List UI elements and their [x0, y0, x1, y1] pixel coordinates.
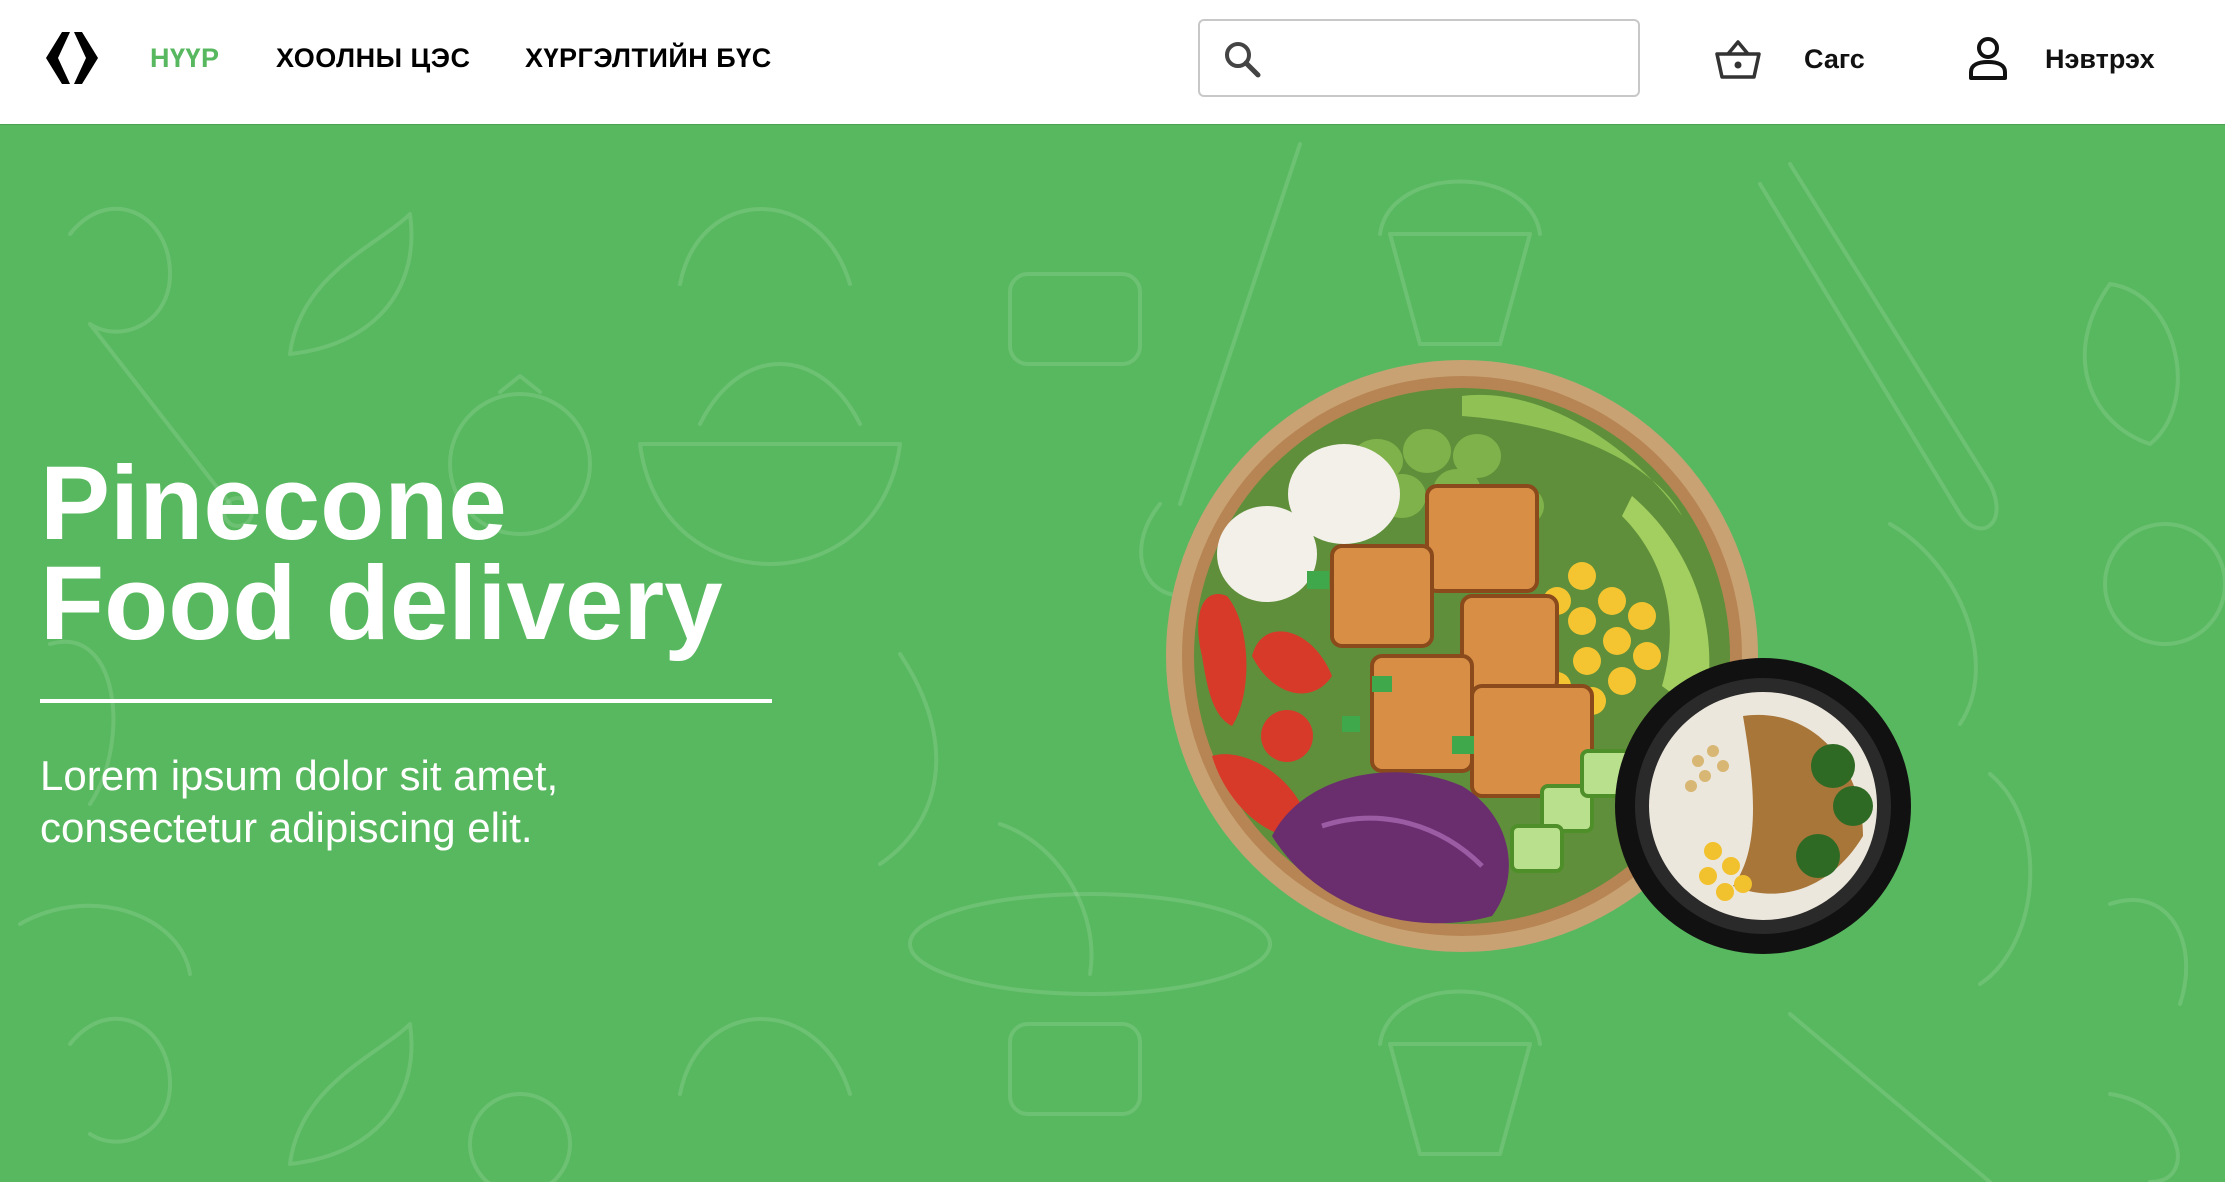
- hero-title: Pinecone Food delivery: [40, 445, 723, 662]
- hero-section: Pinecone Food delivery Lorem ipsum dolor…: [0, 124, 2225, 1182]
- hero-subtitle: Lorem ipsum dolor sit amet, consectetur …: [40, 750, 840, 854]
- search-box[interactable]: [1198, 19, 1640, 97]
- logo-icon[interactable]: [40, 30, 104, 86]
- nav-menu[interactable]: ХООЛНЫ ЦЭС: [276, 43, 470, 74]
- hero-title-line-2: Food delivery: [40, 545, 723, 662]
- search-input[interactable]: [1280, 31, 1620, 85]
- hero-divider: [40, 699, 772, 703]
- hero-subtitle-line-2: consectetur adipiscing elit.: [40, 804, 533, 851]
- search-icon: [1225, 42, 1261, 78]
- login-label[interactable]: Нэвтрэх: [2045, 44, 2155, 75]
- user-icon[interactable]: [1968, 36, 2008, 80]
- top-navbar: НҮҮР ХООЛНЫ ЦЭС ХҮРГЭЛТИЙН БҮС Сагс Нэвт…: [0, 0, 2225, 124]
- hero-subtitle-line-1: Lorem ipsum dolor sit amet,: [40, 752, 559, 799]
- hero-title-line-1: Pinecone: [40, 445, 507, 562]
- cart-label[interactable]: Сагс: [1804, 44, 1865, 75]
- nav-home[interactable]: НҮҮР: [150, 43, 220, 74]
- basket-icon[interactable]: [1714, 38, 1762, 80]
- rice-bowl-image: [1615, 658, 1911, 954]
- nav-delivery-zone[interactable]: ХҮРГЭЛТИЙН БҮС: [525, 43, 772, 74]
